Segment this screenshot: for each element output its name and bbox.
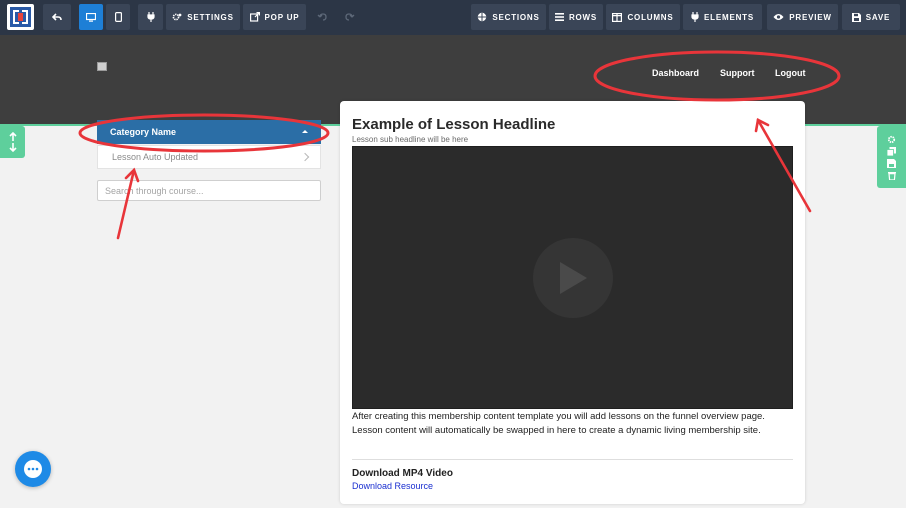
plug-icon (146, 12, 155, 22)
rows-button[interactable]: ROWS (549, 4, 603, 30)
sections-icon (478, 12, 487, 22)
redo-button[interactable] (338, 4, 362, 30)
sections-button[interactable]: SECTIONS (471, 4, 546, 30)
video-player[interactable] (352, 146, 793, 409)
lesson-title: Lesson Auto Updated (112, 152, 199, 162)
eye-icon (773, 14, 784, 20)
undo-icon (52, 12, 62, 21)
save-icon (851, 12, 861, 22)
undo-button[interactable] (43, 4, 71, 30)
app-logo[interactable] (7, 4, 34, 30)
category-header[interactable]: Category Name (97, 120, 321, 144)
settings-label: SETTINGS (187, 12, 234, 22)
undo-icon (317, 12, 327, 21)
chat-widget-button[interactable] (15, 451, 51, 487)
columns-button[interactable]: COLUMNS (606, 4, 680, 30)
nav-link-support[interactable]: Support (720, 68, 755, 78)
play-button[interactable] (533, 238, 613, 318)
elements-button[interactable]: ELEMENTS (683, 4, 762, 30)
lesson-subheadline: Lesson sub headline will be here (352, 135, 469, 144)
editor-toolbar: SETTINGS POP UP SECTIONS ROWS COLUMNS EL… (0, 0, 906, 35)
copy-icon[interactable] (887, 146, 896, 156)
columns-icon (612, 12, 623, 22)
redo-icon (345, 12, 355, 21)
undo-disabled-button[interactable] (310, 4, 334, 30)
external-window-icon (249, 12, 260, 22)
download-resource-link[interactable]: Download Resource (352, 481, 433, 491)
arrow-down-icon[interactable] (8, 143, 17, 152)
save-icon[interactable] (887, 158, 896, 168)
elements-label: ELEMENTS (704, 12, 754, 22)
sections-label: SECTIONS (492, 12, 540, 22)
plugins-button[interactable] (138, 4, 163, 30)
section-move-handle[interactable] (0, 126, 25, 158)
save-button[interactable]: SAVE (842, 4, 900, 30)
download-heading: Download MP4 Video (352, 468, 453, 479)
nav-link-logout[interactable]: Logout (775, 68, 806, 78)
gear-icon[interactable] (887, 135, 896, 144)
chevron-right-icon (300, 152, 310, 162)
lesson-headline: Example of Lesson Headline (352, 116, 556, 133)
section-tools-handle (877, 126, 906, 188)
chat-icon (24, 460, 42, 478)
lesson-description: After creating this membership content t… (352, 411, 765, 436)
broken-logo-image (97, 62, 107, 71)
settings-button[interactable]: SETTINGS (166, 4, 240, 30)
mobile-view-button[interactable] (106, 4, 130, 30)
nav-link-dashboard[interactable]: Dashboard (652, 68, 699, 78)
popup-label: POP UP (264, 12, 300, 22)
rows-icon (554, 13, 564, 21)
logo-icon (10, 7, 31, 27)
category-name: Category Name (110, 127, 177, 137)
trash-icon[interactable] (887, 171, 896, 180)
lesson-list-item[interactable]: Lesson Auto Updated (97, 145, 321, 169)
mobile-icon (114, 12, 122, 22)
save-label: SAVE (865, 12, 891, 22)
columns-label: COLUMNS (627, 12, 674, 22)
content-divider (352, 459, 793, 460)
preview-label: PREVIEW (789, 12, 832, 22)
desktop-view-button[interactable] (79, 4, 103, 30)
elements-icon (691, 12, 699, 22)
preview-button[interactable]: PREVIEW (767, 4, 838, 30)
gear-icon (172, 13, 182, 21)
rows-label: ROWS (568, 12, 598, 22)
lesson-content-card: Example of Lesson Headline Lesson sub he… (340, 101, 805, 504)
course-search-input[interactable] (97, 180, 321, 201)
caret-up-icon (302, 130, 308, 133)
play-icon (560, 262, 587, 294)
desktop-icon (86, 12, 96, 22)
popup-button[interactable]: POP UP (243, 4, 306, 30)
arrow-up-icon[interactable] (8, 132, 17, 141)
